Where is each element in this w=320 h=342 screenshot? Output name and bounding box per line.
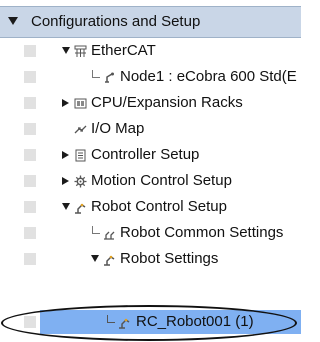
tree-item-controller-setup[interactable]: Controller Setup <box>0 142 301 168</box>
network-icon <box>74 45 87 57</box>
tree-item-io-map[interactable]: I/O Map <box>0 116 301 142</box>
tree-item-label: Controller Setup <box>91 146 200 163</box>
tree-item-robot-settings[interactable]: Robot Settings <box>0 246 301 272</box>
rack-icon <box>74 98 87 109</box>
row-gutter <box>24 71 36 83</box>
highlight-oval-annotation <box>1 305 297 341</box>
expand-triangle-icon[interactable] <box>62 203 70 210</box>
tree-item-motion-control-setup[interactable]: Motion Control Setup <box>0 168 301 194</box>
row-gutter <box>24 227 36 239</box>
tree-branch-line <box>92 70 100 78</box>
robot-arm-icon <box>104 255 115 266</box>
robot-common-icon <box>104 231 115 240</box>
row-gutter <box>24 175 36 187</box>
tree-branch-line <box>92 226 100 234</box>
section-title: Configurations and Setup <box>31 13 201 30</box>
expand-triangle-icon[interactable] <box>62 99 69 107</box>
row-gutter <box>24 253 36 265</box>
multiview-explorer-tree: Configurations and Setup EtherCAT Node1 … <box>0 0 301 342</box>
tree-item-label: Robot Common Settings <box>120 224 284 241</box>
robot-arm-icon <box>75 203 86 214</box>
tree-item-cpu-racks[interactable]: CPU/Expansion Racks <box>0 90 301 116</box>
expand-triangle-icon[interactable] <box>62 177 69 185</box>
expand-triangle-icon[interactable] <box>91 255 99 262</box>
tree-item-robot-control-setup[interactable]: Robot Control Setup <box>0 194 301 220</box>
row-gutter <box>24 123 36 135</box>
controller-icon <box>75 149 86 162</box>
tree-item-label: I/O Map <box>91 120 145 137</box>
row-gutter <box>24 201 36 213</box>
io-map-icon <box>74 125 87 134</box>
tree-item-node1[interactable]: Node1 : eCobra 600 Std(E <box>0 64 301 90</box>
robot-node-icon <box>105 72 114 83</box>
row-gutter <box>24 97 36 109</box>
expand-triangle-icon[interactable] <box>62 151 69 159</box>
tree-item-label: Robot Settings <box>120 250 219 267</box>
tree-item-robot-common-settings[interactable]: Robot Common Settings <box>0 220 301 246</box>
tree-item-ethercat[interactable]: EtherCAT <box>0 38 301 64</box>
motion-gear-icon <box>74 175 87 188</box>
tree-item-label: CPU/Expansion Racks <box>91 94 243 111</box>
tree-item-label: EtherCAT <box>91 42 156 59</box>
tree-item-label: Node1 : eCobra 600 Std(E <box>120 68 297 85</box>
collapse-triangle-icon[interactable] <box>8 17 18 25</box>
section-header-configurations[interactable]: Configurations and Setup <box>0 6 301 38</box>
tree-item-label: Robot Control Setup <box>91 198 227 215</box>
row-gutter <box>24 149 36 161</box>
expand-triangle-icon[interactable] <box>62 47 70 54</box>
tree-item-label: Motion Control Setup <box>91 172 232 189</box>
row-gutter <box>24 45 36 57</box>
